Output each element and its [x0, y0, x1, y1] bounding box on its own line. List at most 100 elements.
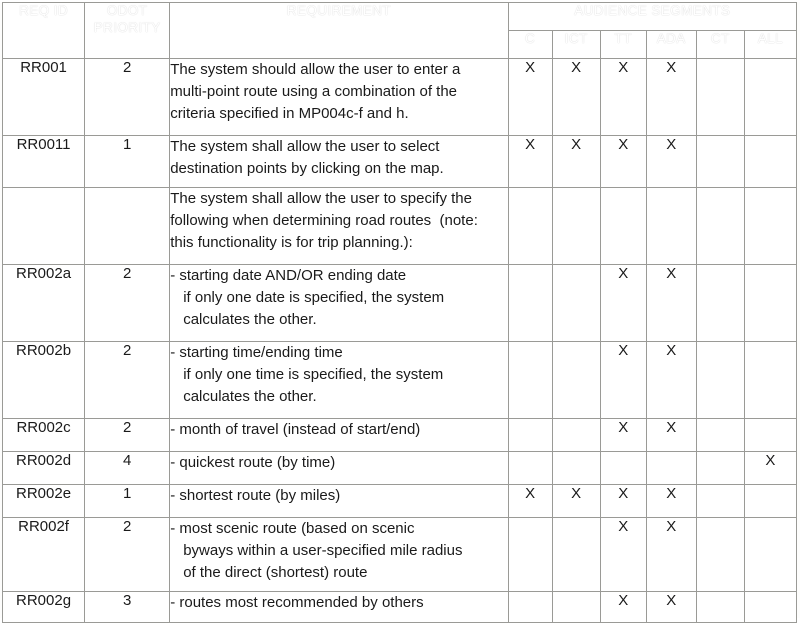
- cell-segment-all: [743, 135, 798, 188]
- x-mark-icon: X: [666, 419, 677, 436]
- cell-segment-ct: [695, 341, 745, 419]
- cell-requirement: - quickest route (by time): [169, 451, 509, 485]
- cell-segment-ict: [551, 341, 601, 419]
- cell-segment-tt: X: [599, 591, 647, 623]
- cell-segment-all: [743, 418, 798, 452]
- cell-segment-ct: [695, 451, 745, 485]
- cell-odot-priority: 3: [84, 591, 171, 623]
- cell-req-id: RR002f: [1, 517, 86, 592]
- column-header-segment-c: C: [507, 30, 553, 59]
- cell-segment-all: [743, 187, 798, 265]
- cell-segment-c: [507, 451, 553, 485]
- requirement-line: - quickest route (by time): [170, 454, 336, 471]
- cell-req-id: [1, 187, 86, 265]
- x-mark-icon: X: [618, 342, 629, 359]
- cell-odot-priority: 1: [84, 484, 171, 518]
- cell-requirement: - most scenic route (based on scenic bywa…: [169, 517, 509, 592]
- table-row: RR001 2 The system should allow the user t…: [1, 58, 798, 136]
- cell-segment-c: [507, 591, 553, 623]
- cell-segment-ct: [695, 484, 745, 518]
- cell-requirement: - shortest route (by miles): [169, 484, 509, 518]
- x-mark-icon: X: [618, 265, 629, 282]
- requirement-line: this functionality is for trip planning.…: [170, 234, 413, 251]
- x-mark-icon: X: [666, 592, 677, 609]
- requirement-line: of the direct (shortest) route: [183, 564, 368, 581]
- cell-odot-priority: 2: [84, 341, 171, 419]
- cell-segment-c: [507, 341, 553, 419]
- cell-segment-tt: X: [599, 58, 647, 136]
- cell-odot-priority: 2: [84, 264, 171, 342]
- cell-segment-ct: [695, 135, 745, 188]
- cell-segment-ct: [695, 591, 745, 623]
- cell-odot-priority: 2: [84, 517, 171, 592]
- requirement-line: byways within a user-specified mile radi…: [183, 542, 463, 559]
- cell-segment-c: X: [507, 135, 553, 188]
- odot-priority-line-2: PRIORITY: [93, 19, 161, 35]
- column-header-odot-priority: ODOT PRIORITY: [84, 2, 171, 59]
- cell-segment-ada: X: [645, 135, 697, 188]
- cell-segment-ict: X: [551, 484, 601, 518]
- cell-requirement: The system should allow the user to ente…: [169, 58, 509, 136]
- x-mark-icon: X: [618, 485, 629, 502]
- x-mark-icon: X: [571, 485, 582, 502]
- cell-segment-c: X: [507, 58, 553, 136]
- cell-req-id: RR002e: [1, 484, 86, 518]
- cell-req-id: RR002d: [1, 451, 86, 485]
- odot-priority-line-1: ODOT: [106, 3, 148, 18]
- column-header-req-id: REQ ID: [1, 2, 86, 59]
- cell-segment-c: [507, 418, 553, 452]
- table-row: RR002f 2- most scenic route (based on sce…: [1, 517, 798, 592]
- x-mark-icon: X: [765, 452, 776, 469]
- cell-odot-priority: 2: [84, 58, 171, 136]
- x-mark-icon: X: [618, 59, 629, 76]
- requirement-line: criteria specified in MP004c-f and h.: [170, 105, 409, 122]
- cell-segment-all: [743, 484, 798, 518]
- cell-segment-ada: X: [645, 517, 697, 592]
- cell-segment-tt: [599, 187, 647, 265]
- column-header-requirement: REQUIREMENT: [169, 2, 509, 59]
- cell-requirement: - month of travel (instead of start/end): [169, 418, 509, 452]
- requirement-line: - shortest route (by miles): [170, 487, 341, 504]
- cell-odot-priority: 1: [84, 135, 171, 188]
- table-body: RR001 2 The system should allow the user t…: [1, 58, 798, 623]
- cell-req-id: RR002c: [1, 418, 86, 452]
- cell-segment-tt: [599, 451, 647, 485]
- requirement-line: calculates the other.: [183, 311, 317, 328]
- requirement-line: if only one time is specified, the syste…: [183, 366, 444, 383]
- cell-segment-tt: X: [599, 341, 647, 419]
- cell-req-id: RR002b: [1, 341, 86, 419]
- column-header-segment-tt: TT: [599, 30, 647, 59]
- cell-segment-tt: X: [599, 484, 647, 518]
- cell-segment-all: [743, 591, 798, 623]
- cell-segment-tt: X: [599, 264, 647, 342]
- x-mark-icon: X: [571, 59, 582, 76]
- cell-segment-ict: [551, 517, 601, 592]
- table-row: RR002b 2- starting time/ending time if onl…: [1, 341, 798, 419]
- cell-segment-ct: [695, 264, 745, 342]
- column-header-segment-ada: ADA: [645, 30, 697, 59]
- cell-segment-ada: [645, 451, 697, 485]
- table-row: RR002c 2- month of travel (instead of sta…: [1, 418, 798, 452]
- cell-segment-ada: [645, 187, 697, 265]
- requirements-traceability-table: REQ ID ODOT PRIORITY REQUIREMENT AUDIENCE…: [1, 2, 798, 623]
- cell-odot-priority: [84, 187, 171, 265]
- table-row: RR002d 4- quickest route (by time) X: [1, 451, 798, 485]
- requirement-line: - month of travel (instead of start/end): [170, 421, 421, 438]
- requirement-line: - starting time/ending time: [170, 344, 343, 361]
- table-row: RR002a 2- starting date AND/OR ending dat…: [1, 264, 798, 342]
- cell-requirement: - starting time/ending time if only one t…: [169, 341, 509, 419]
- cell-segment-all: [743, 341, 798, 419]
- x-mark-icon: X: [525, 485, 536, 502]
- table-row: RR002e 1- shortest route (by miles) X X X X: [1, 484, 798, 518]
- cell-odot-priority: 4: [84, 451, 171, 485]
- x-mark-icon: X: [618, 136, 629, 153]
- cell-segment-ct: [695, 418, 745, 452]
- requirement-line: following when determining road routes (…: [170, 212, 478, 229]
- column-header-audience-segments: AUDIENCE SEGMENTS: [507, 2, 798, 31]
- cell-segment-ict: [551, 264, 601, 342]
- cell-segment-c: [507, 517, 553, 592]
- cell-segment-tt: X: [599, 418, 647, 452]
- cell-req-id: RR002g: [1, 591, 86, 623]
- x-mark-icon: X: [666, 485, 677, 502]
- cell-segment-ict: X: [551, 58, 601, 136]
